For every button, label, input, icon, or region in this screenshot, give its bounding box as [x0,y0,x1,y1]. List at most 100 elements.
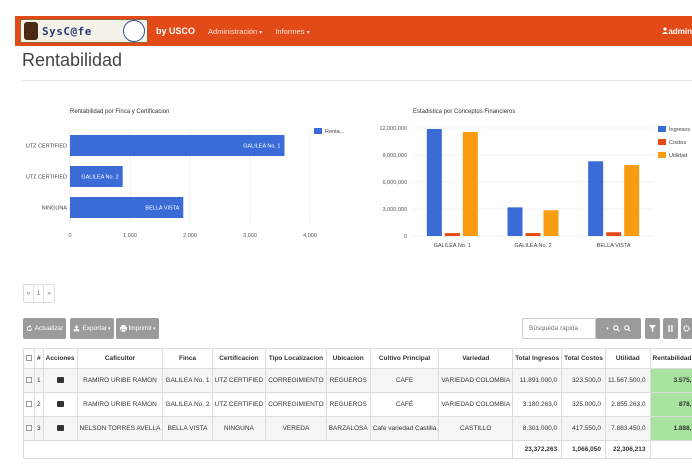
total-rentabilidad [649,440,692,459]
cell-cultivo: CAFE [369,368,440,393]
settings-button[interactable] [681,318,692,339]
cell-certificacion: NINGUNA [211,416,267,441]
rentabilidad-bar-chart: 0 1,000 2,000 3,000 4,000 UTZ CERTIFIED GALILE… [26,128,345,239]
column-bar [624,165,640,236]
x-tick-label: 4,000 [303,233,317,239]
quick-search-input[interactable] [522,318,596,339]
x-tick-label: 1,000 [123,233,137,239]
cell-costos: 325.000,0 [561,392,607,417]
row-index: 3 [34,416,44,441]
row-action[interactable] [42,416,78,441]
cell-variedad: VARIEDAD COLOMBIA [438,392,514,417]
menu-informes[interactable]: Informes ▾ [275,27,309,36]
table-row[interactable]: 1 RAMIRO URIBE RAMON GALILEA No. 1 UTZ C… [23,368,692,393]
header-variedad[interactable]: Variedad [438,348,514,369]
y-tick-label: UTZ CERTIFIED [26,175,67,181]
syscafe-logo[interactable]: SysC@fe [20,19,148,43]
x-tick-label: GALILEA No. 2 [514,243,551,249]
cell-costos: 323.500,0 [561,368,607,393]
cell-tipo-localizacion: CORREGIMIENTO [265,392,327,417]
y-tick-label: 12,000,000 [379,126,407,132]
table-row[interactable]: 2 RAMIRO URIBE RAMON GALILEA No. 2 UTZ C… [23,392,692,417]
cell-rentabilidad: 1.888, [649,416,692,441]
x-tick-label: 0 [68,233,71,239]
cell-ubicacion: BARZALOSA [325,416,371,441]
header-index[interactable]: # [34,348,44,369]
rentabilidad-table: # Acciones Caficultor Finca Certificacio… [22,348,692,459]
sort-button[interactable] [663,318,678,339]
legend-swatch [314,128,322,134]
row-index: 2 [34,392,44,417]
cell-finca: BELLA VISTA [162,416,213,441]
header-total-ingresos[interactable]: Total Ingresos [512,348,563,369]
pager-page-1[interactable]: 1 [34,285,44,302]
view-icon[interactable] [56,400,64,407]
view-icon[interactable] [56,424,64,431]
checkbox-icon[interactable] [26,424,32,431]
cell-caficultor: NELSON TORRES AVELLA [76,416,164,441]
header-caficultor[interactable]: Caficultor [76,348,164,369]
filter-button[interactable] [645,318,660,339]
total-utilidad: 22,306,213 [605,440,651,459]
gear-icon [683,325,690,332]
table-row[interactable]: 3 NELSON TORRES AVELLA BELLA VISTA NINGU… [23,416,692,441]
view-icon[interactable] [56,376,64,383]
top-navbar: SysC@fe by USCO Administración ▾ Informe… [15,16,692,46]
checkbox-icon[interactable] [26,354,32,361]
header-select[interactable] [23,348,35,369]
row-select[interactable] [23,416,35,441]
header-utilidad[interactable]: Utilidad [605,348,651,369]
refresh-icon [26,325,32,332]
cell-utilidad: 7.883.450,0 [605,416,651,441]
row-action[interactable] [42,392,78,417]
print-button[interactable]: Imprimir ▾ [116,318,159,339]
checkbox-icon[interactable] [26,376,32,383]
row-select[interactable] [23,392,35,417]
brand-by-label: by USCO [156,26,196,36]
row-select[interactable] [23,368,35,393]
cell-utilidad: 11.567.500,0 [605,368,651,393]
column-bar [525,233,541,236]
pager-prev[interactable]: « [24,285,34,302]
total-costos: 1,066,050 [561,440,607,459]
checkbox-icon[interactable] [26,400,32,407]
y-tick-label: 6,000,000 [383,180,407,186]
x-tick-label: 3,000 [243,233,257,239]
cell-finca: GALILEA No. 1 [162,368,213,393]
usco-seal-icon [123,20,145,42]
cell-variedad: CASTILLO [438,416,514,441]
total-ingresos: 23,372,263 [512,440,563,459]
cell-costos: 417.550,0 [561,416,607,441]
y-tick-label: NINGUNA [42,206,68,212]
header-tipo-localizacion[interactable]: Tipo Localizacion [265,348,327,369]
user-menu[interactable]: admin [662,27,692,36]
legend-label: Renta... [325,129,345,135]
header-finca[interactable]: Finca [162,348,213,369]
y-tick-label: 0 [404,234,407,240]
refresh-button[interactable]: Actualizar [23,318,66,339]
row-action[interactable] [42,368,78,393]
legend-swatch [658,126,666,132]
column-bar [426,128,442,236]
chevron-down-icon: ▾ [306,29,310,36]
search-options-button[interactable]: ▾ [596,318,641,339]
header-rentabilidad[interactable]: Rentabilidad [649,348,692,369]
header-total-costos[interactable]: Total Costos [561,348,607,369]
cell-tipo-localizacion: VEREDA [265,416,327,441]
column-chart-title: Estadistica por Conceptos Financieros [413,109,516,115]
pager-next[interactable]: » [44,285,54,302]
header-acciones[interactable]: Acciones [42,348,78,369]
y-tick-label: UTZ CERTIFIED [26,144,67,150]
cell-ubicacion: REGUEROS [325,392,371,417]
export-icon [74,325,80,332]
chevron-down-icon: ▾ [108,325,111,332]
export-button[interactable]: Exportar ▾ [70,318,114,339]
cell-rentabilidad: 3.575, [649,368,692,393]
header-cultivo-principal[interactable]: Cultivo Principal [369,348,440,369]
cell-certificacion: UTZ CERTIFIED [211,368,267,393]
header-ubicacion[interactable]: Ubicacion [325,348,371,369]
header-certificacion[interactable]: Certificacion [211,348,267,369]
coffee-cup-icon [24,22,38,40]
menu-administracion[interactable]: Administración ▾ [208,27,262,36]
cell-variedad: VARIEDAD COLOMBIA [438,368,514,393]
